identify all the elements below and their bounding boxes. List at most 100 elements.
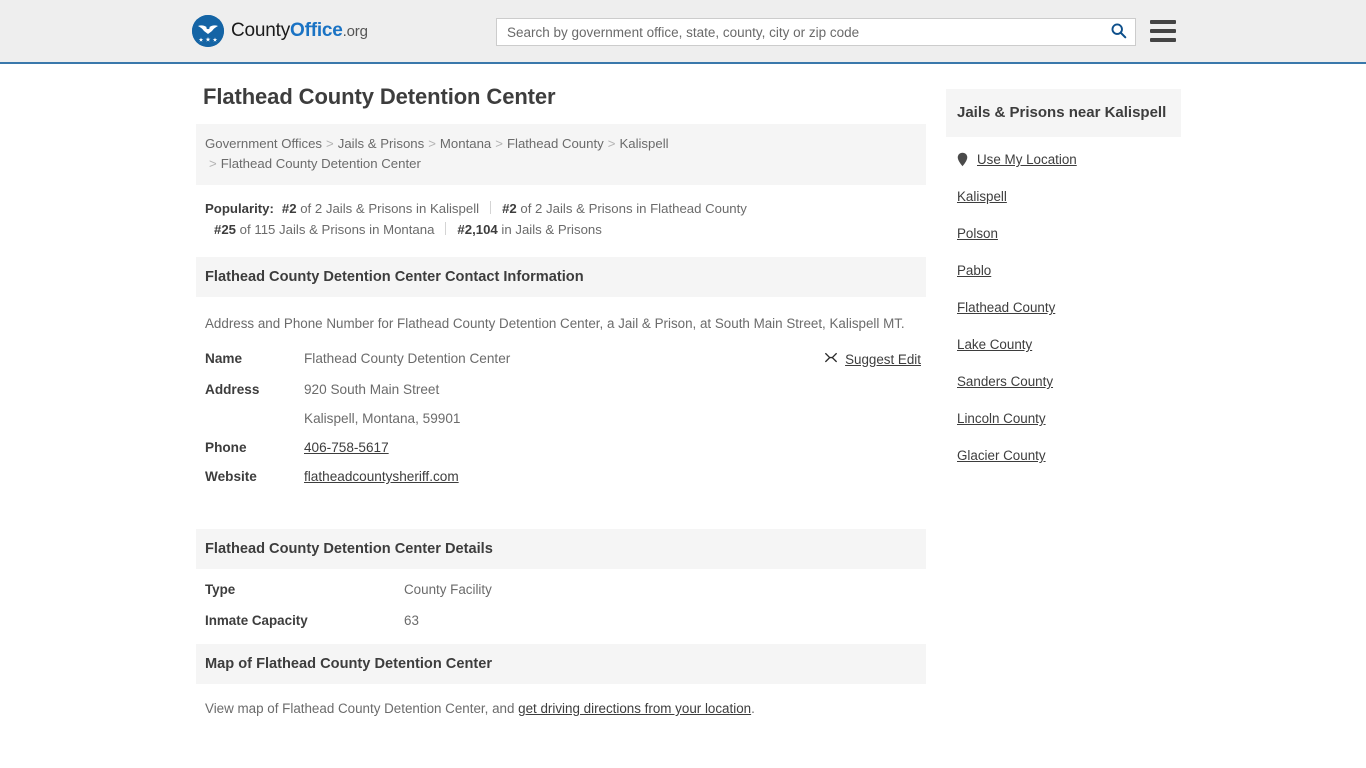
table-row: Kalispell, Montana, 59901 — [196, 404, 926, 433]
sidebar-item-label[interactable]: Polson — [957, 226, 998, 241]
sidebar-item-label[interactable]: Glacier County — [957, 448, 1046, 463]
site-logo-text: CountyOffice.org — [231, 20, 368, 42]
sidebar-item-label[interactable]: Lincoln County — [957, 411, 1046, 426]
search-icon — [1110, 22, 1127, 42]
sidebar-item-kalispell[interactable]: Kalispell — [957, 189, 1170, 204]
breadcrumb-separator: > — [428, 136, 436, 151]
page-title: Flathead County Detention Center — [203, 84, 556, 109]
sidebar-item-use-my-location[interactable]: Use My Location — [957, 152, 1170, 167]
map-section-heading: Map of Flathead County Detention Center — [196, 644, 926, 684]
breadcrumb-item-government-offices[interactable]: Government Offices — [205, 136, 322, 151]
search-bar — [496, 18, 1136, 46]
eagle-seal-icon — [192, 15, 224, 47]
sidebar-item-label[interactable]: Pablo — [957, 263, 991, 278]
popularity-text-3: in Jails & Prisons — [497, 222, 602, 237]
breadcrumb-separator: > — [495, 136, 503, 151]
suggest-edit-label[interactable]: Suggest Edit — [845, 352, 921, 367]
empty-cell — [806, 404, 926, 433]
contact-value-phone-cell: 406-758-5617 — [304, 433, 806, 462]
contact-key-website: Website — [205, 469, 257, 484]
breadcrumb-separator: > — [607, 136, 616, 151]
sidebar: Jails & Prisons near Kalispell Use My Lo… — [946, 64, 1181, 485]
contact-section-heading: Flathead County Detention Center Contact… — [196, 257, 926, 297]
hamburger-menu-icon[interactable] — [1150, 20, 1176, 42]
sidebar-item-lincoln-county[interactable]: Lincoln County — [957, 411, 1170, 426]
contact-value-address-line2: Kalispell, Montana, 59901 — [304, 411, 461, 426]
popularity-label: Popularity: — [205, 201, 274, 216]
site-logo[interactable]: CountyOffice.org — [192, 15, 368, 47]
search-input[interactable] — [497, 19, 1101, 45]
hamburger-bar — [1150, 20, 1176, 24]
popularity-text-0: of 2 Jails & Prisons in Kalispell — [296, 201, 480, 216]
empty-cell — [806, 375, 926, 404]
hamburger-bar — [1150, 38, 1176, 42]
sidebar-item-glacier-county[interactable]: Glacier County — [957, 448, 1170, 463]
details-value-inmate-capacity: 63 — [404, 613, 419, 628]
hamburger-bar — [1150, 29, 1176, 33]
main-content: Flathead County Detention Center Governm… — [196, 64, 926, 726]
popularity-section: Popularity: #2 of 2 Jails & Prisons in Ka… — [196, 185, 926, 249]
contact-key-name: Name — [205, 351, 243, 366]
contact-value-website-cell: flatheadcountysheriff.com — [304, 462, 806, 491]
popularity-rank-2: #25 — [214, 222, 237, 237]
empty-key — [196, 404, 304, 433]
website-link[interactable]: flatheadcountysheriff.com — [304, 469, 459, 484]
details-section-heading: Flathead County Detention Center Details — [196, 529, 926, 569]
contact-section-description: Address and Phone Number for Flathead Co… — [205, 316, 905, 331]
popularity-divider — [445, 222, 447, 235]
driving-directions-link[interactable]: get driving directions from your locatio… — [518, 701, 751, 716]
table-row: Address 920 South Main Street — [196, 375, 926, 404]
sidebar-item-label[interactable]: Use My Location — [977, 152, 1077, 167]
breadcrumb-item-flathead-county[interactable]: Flathead County — [507, 136, 604, 151]
breadcrumb-item-montana[interactable]: Montana — [440, 136, 491, 151]
popularity-row-2: #25 of 115 Jails & Prisons in Montana #2,… — [205, 219, 917, 240]
map-section-description: View map of Flathead County Detention Ce… — [196, 684, 926, 726]
popularity-text-2: of 115 Jails & Prisons in Montana — [236, 222, 435, 237]
sidebar-item-pablo[interactable]: Pablo — [957, 263, 1170, 278]
empty-cell — [806, 433, 926, 462]
sidebar-item-label[interactable]: Lake County — [957, 337, 1032, 352]
details-table: Type County Facility Inmate Capacity 63 — [196, 574, 926, 636]
sidebar-links: Use My Location Kalispell Polson Pablo F… — [946, 137, 1181, 463]
breadcrumb-item-current: Flathead County Detention Center — [220, 156, 421, 171]
details-key-type: Type — [205, 582, 236, 597]
search-button[interactable] — [1101, 19, 1135, 45]
contact-info-table: Name Flathead County Detention Center Su… — [196, 344, 926, 491]
popularity-text-1: of 2 Jails & Prisons in Flathead County — [516, 201, 747, 216]
sidebar-item-label[interactable]: Flathead County — [957, 300, 1055, 315]
table-row: Inmate Capacity 63 — [196, 605, 926, 636]
sidebar-item-sanders-county[interactable]: Sanders County — [957, 374, 1170, 389]
popularity-rank-3: #2,104 — [457, 222, 498, 237]
table-row: Type County Facility — [196, 574, 926, 605]
sidebar-item-lake-county[interactable]: Lake County — [957, 337, 1170, 352]
popularity-rank-1: #2 — [502, 201, 517, 216]
breadcrumb-item-kalispell[interactable]: Kalispell — [619, 136, 668, 151]
sidebar-item-polson[interactable]: Polson — [957, 226, 1170, 241]
sidebar-item-label[interactable]: Sanders County — [957, 374, 1053, 389]
details-key-inmate-capacity: Inmate Capacity — [205, 613, 308, 628]
details-value-type: County Facility — [404, 582, 492, 597]
empty-cell — [806, 462, 926, 491]
suggest-edit-button[interactable]: Suggest Edit — [824, 351, 921, 368]
sidebar-item-flathead-county[interactable]: Flathead County — [957, 300, 1170, 315]
map-text-after: . — [751, 701, 755, 716]
map-text-before: View map of Flathead County Detention Ce… — [205, 701, 519, 716]
table-row: Phone 406-758-5617 — [196, 433, 926, 462]
suggest-edit-cell: Suggest Edit — [806, 344, 926, 375]
sidebar-heading: Jails & Prisons near Kalispell — [946, 89, 1181, 137]
edit-pencil-icon — [824, 351, 838, 368]
contact-key-phone: Phone — [205, 440, 247, 455]
brand-text-org: .org — [342, 23, 368, 40]
table-row: Website flatheadcountysheriff.com — [196, 462, 926, 491]
breadcrumb-separator: > — [209, 156, 217, 171]
sidebar-item-label[interactable]: Kalispell — [957, 189, 1007, 204]
brand-text-office: Office — [290, 20, 343, 41]
contact-key-address: Address — [205, 382, 260, 397]
brand-text-county: County — [231, 20, 291, 41]
breadcrumb: Government Offices > Jails & Prisons > Monta… — [196, 124, 926, 185]
breadcrumb-item-jails-prisons[interactable]: Jails & Prisons — [338, 136, 424, 151]
popularity-divider — [490, 201, 492, 214]
breadcrumb-separator: > — [326, 136, 334, 151]
phone-link[interactable]: 406-758-5617 — [304, 440, 389, 455]
